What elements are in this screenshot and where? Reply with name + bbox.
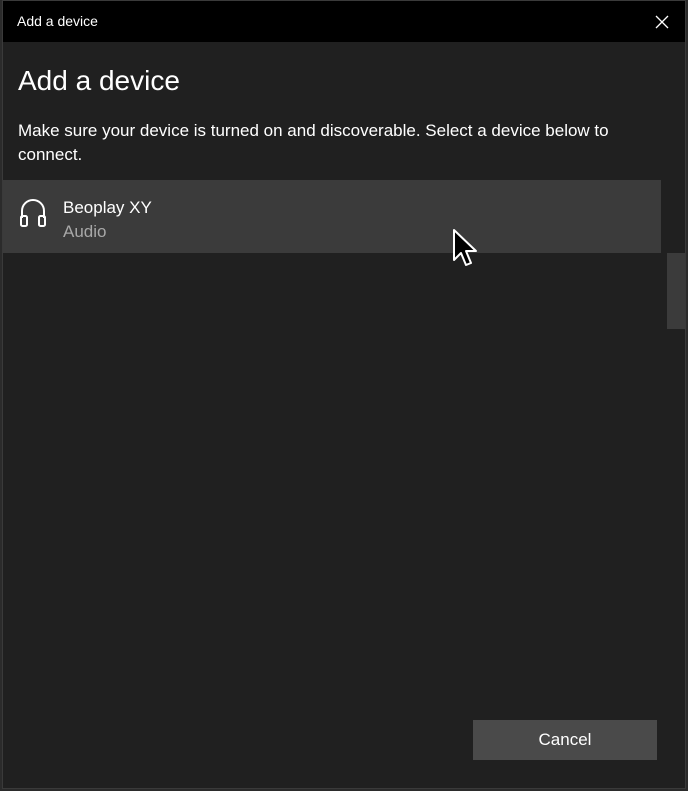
device-type: Audio: [63, 222, 107, 241]
device-name: Beoplay XY: [63, 198, 152, 217]
add-device-dialog: Add a device Add a device Make sure your…: [2, 0, 686, 789]
scrollbar-thumb[interactable]: [667, 253, 685, 329]
close-button[interactable]: [639, 1, 685, 42]
device-list: Beoplay XY Audio: [3, 180, 661, 700]
instructions-text: Make sure your device is turned on and d…: [18, 121, 609, 164]
title-bar: Add a device: [3, 1, 685, 42]
cancel-button[interactable]: Cancel: [473, 720, 657, 760]
headphones-icon: [20, 199, 46, 227]
page-heading: Add a device: [18, 65, 180, 96]
window-title: Add a device: [17, 13, 98, 29]
device-item-beoplay-xy[interactable]: Beoplay XY Audio: [3, 180, 661, 253]
close-icon: [655, 15, 669, 28]
